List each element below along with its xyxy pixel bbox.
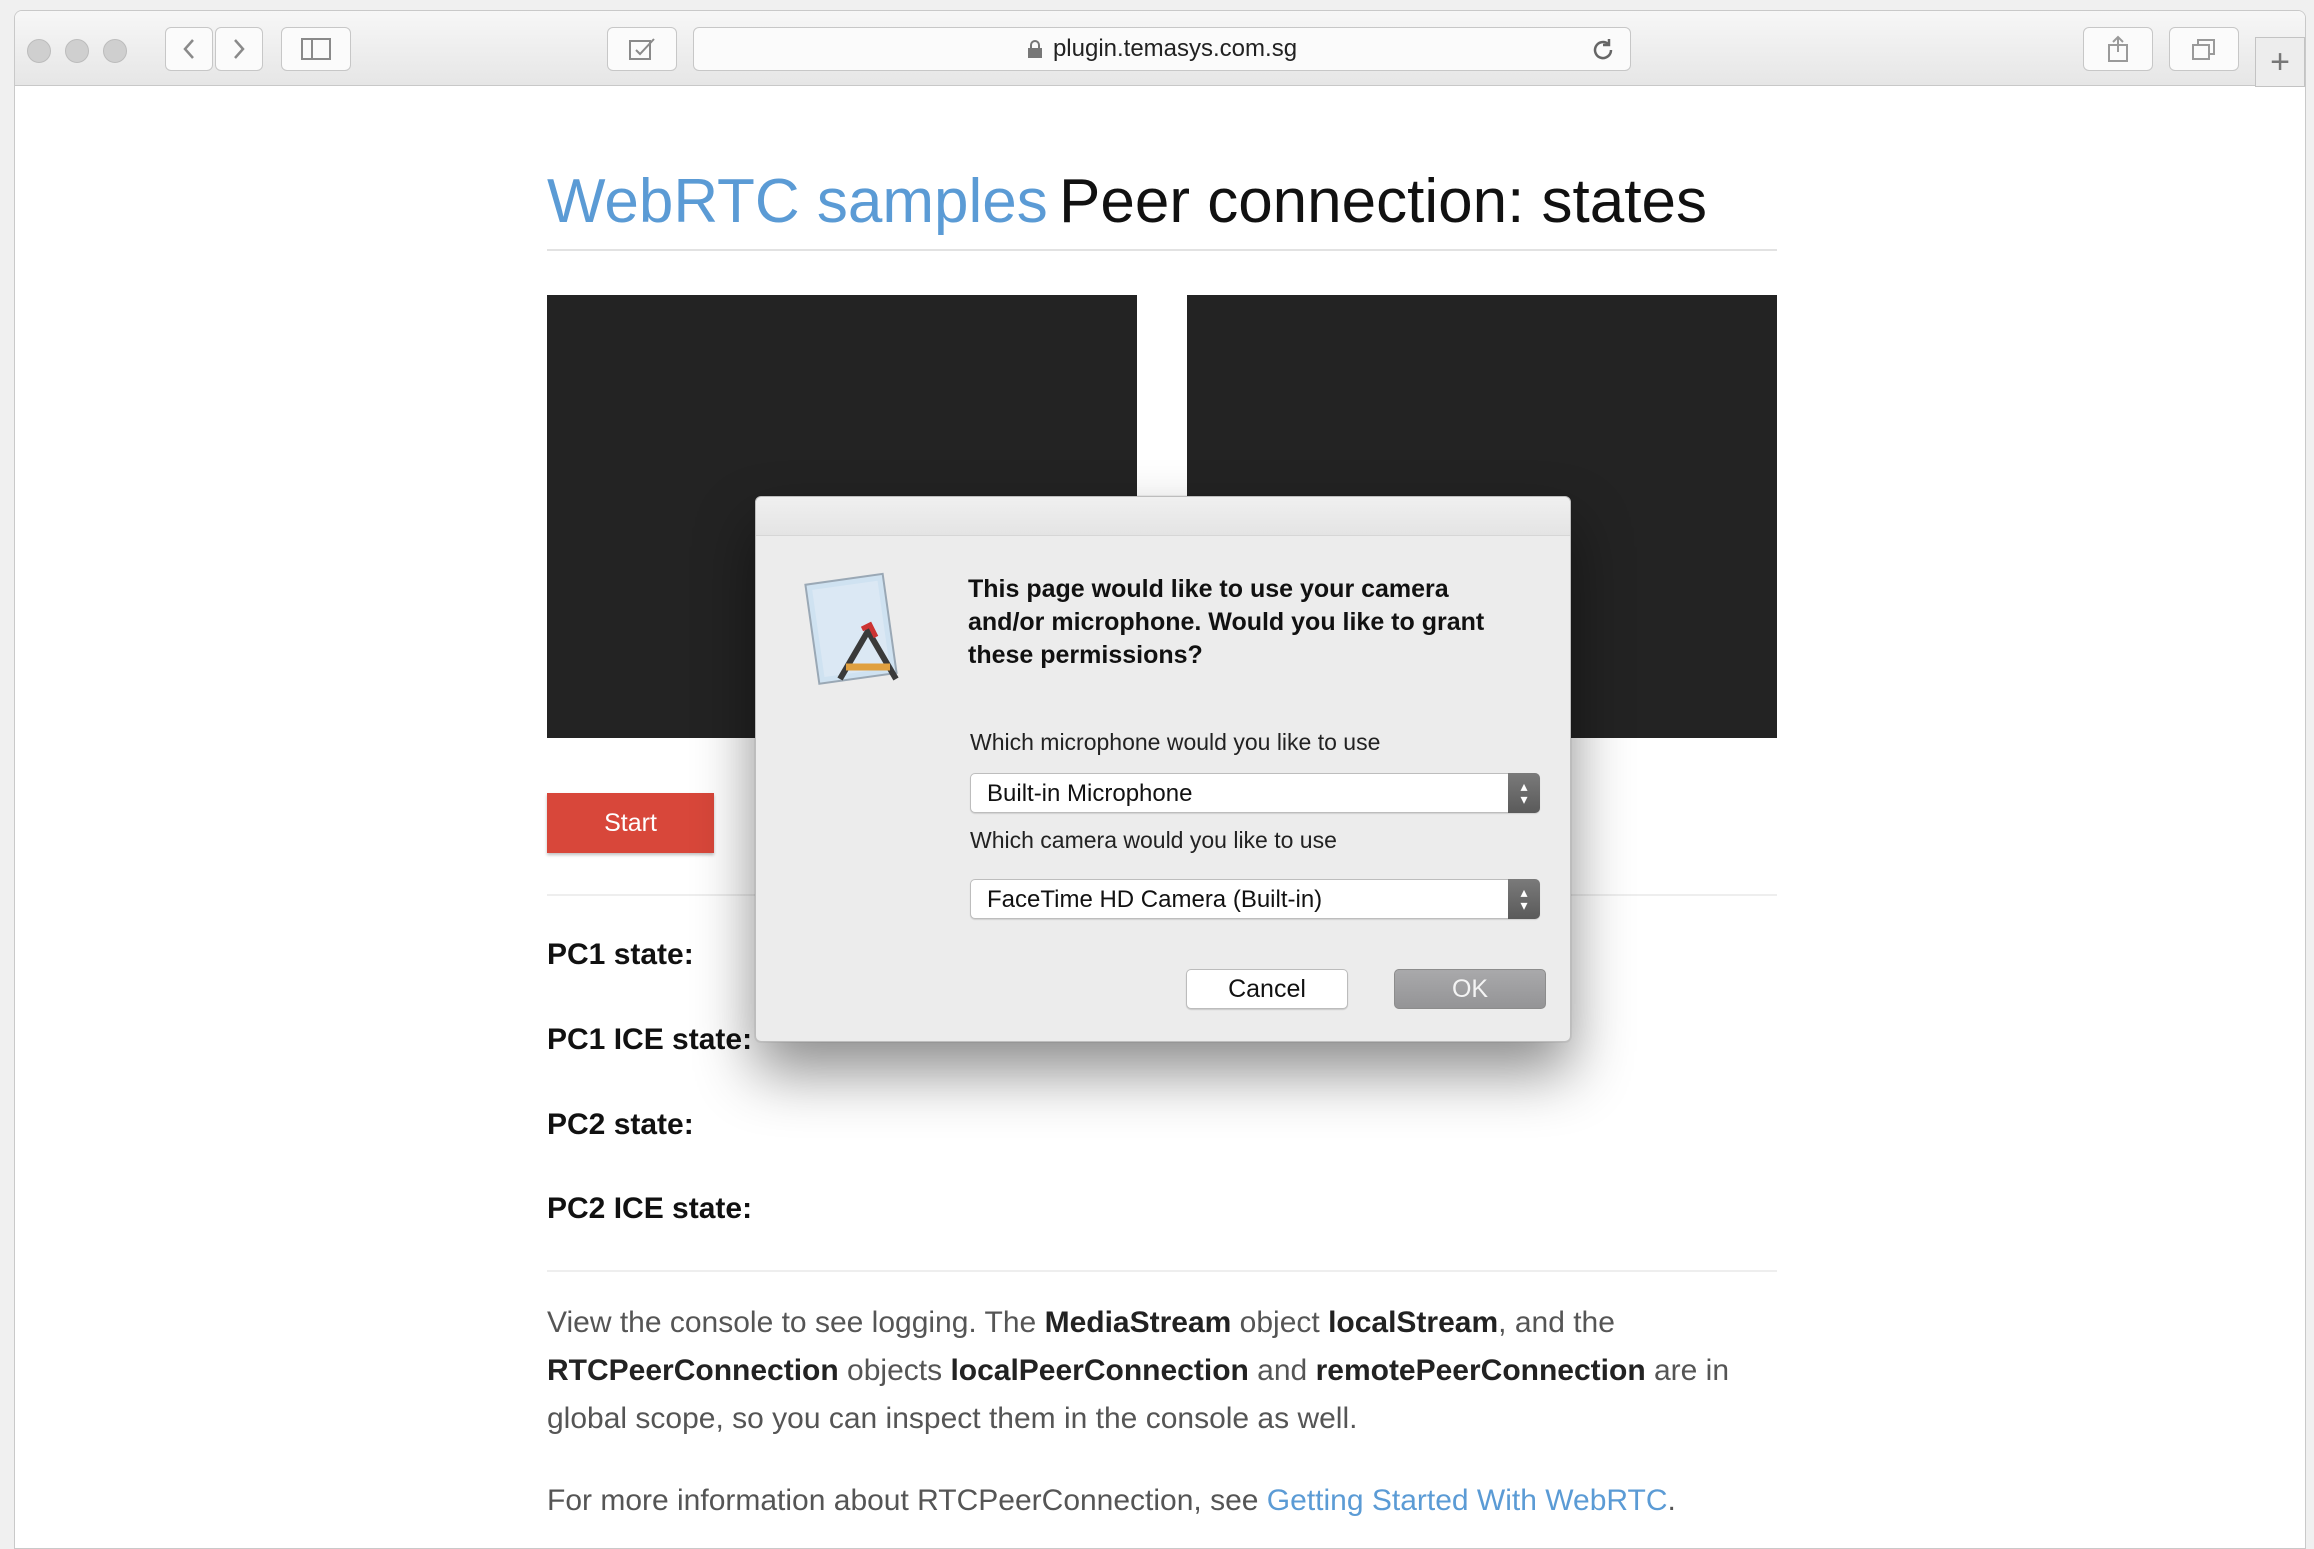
webrtc-samples-link[interactable]: WebRTC samples <box>547 166 1048 237</box>
camera-label: Which camera would you like to use <box>970 827 1337 853</box>
zoom-window-button[interactable] <box>103 39 127 63</box>
sidebar-button[interactable] <box>281 27 351 71</box>
ok-button[interactable]: OK <box>1394 969 1546 1009</box>
getting-started-link[interactable]: Getting Started With WebRTC <box>1267 1484 1668 1517</box>
cancel-button[interactable]: Cancel <box>1186 969 1348 1009</box>
browser-window: plugin.temasys.com.sg + WebRTC samples P… <box>14 10 2306 1549</box>
new-tab-button[interactable]: + <box>2255 37 2305 87</box>
close-window-button[interactable] <box>27 39 51 63</box>
pc2-state-label: PC2 state: <box>547 1108 694 1141</box>
back-button[interactable] <box>165 27 213 71</box>
page-header: WebRTC samples Peer connection: states <box>547 166 1777 251</box>
reload-icon[interactable] <box>1590 37 1616 63</box>
page-content: WebRTC samples Peer connection: states S… <box>15 86 2305 1548</box>
plus-icon: + <box>2270 42 2290 81</box>
sidebar-icon <box>301 38 331 60</box>
forward-button[interactable] <box>215 27 263 71</box>
microphone-select-value: Built-in Microphone <box>987 780 1193 807</box>
page-title: Peer connection: states <box>1059 167 1707 236</box>
minimize-window-button[interactable] <box>65 39 89 63</box>
back-icon <box>183 39 194 59</box>
url-text: plugin.temasys.com.sg <box>1052 35 1298 62</box>
reader-icon <box>629 38 655 60</box>
start-button[interactable]: Start <box>547 793 714 853</box>
address-bar[interactable]: plugin.temasys.com.sg <box>693 27 1631 71</box>
updown-arrows-icon: ▴ ▾ <box>1508 879 1540 919</box>
camera-select-value: FaceTime HD Camera (Built-in) <box>987 886 1323 913</box>
more-info-paragraph: For more information about RTCPeerConnec… <box>547 1484 1676 1517</box>
lock-icon <box>1027 40 1042 58</box>
app-icon <box>804 572 899 685</box>
dialog-titlebar <box>756 497 1570 536</box>
browser-toolbar: plugin.temasys.com.sg + <box>15 11 2305 87</box>
microphone-label: Which microphone would you like to use <box>970 729 1381 755</box>
forward-icon <box>234 39 245 59</box>
share-button[interactable] <box>2083 27 2153 71</box>
tabs-icon <box>2192 39 2215 60</box>
camera-select[interactable]: FaceTime HD Camera (Built-in) ▴ ▾ <box>970 879 1540 919</box>
pc1-ice-state-label: PC1 ICE state: <box>547 1023 753 1056</box>
pc2-ice-state-label: PC2 ICE state: <box>547 1192 753 1225</box>
permission-dialog: This page would like to use your camera … <box>755 496 1571 1042</box>
show-tabs-button[interactable] <box>2169 27 2239 71</box>
divider <box>547 1270 1777 1272</box>
pc1-state-label: PC1 state: <box>547 938 694 971</box>
dialog-message: This page would like to use your camera … <box>968 575 1485 669</box>
microphone-select[interactable]: Built-in Microphone ▴ ▾ <box>970 773 1540 813</box>
console-info-paragraph: View the console to see logging. The Med… <box>547 1306 1730 1435</box>
reader-button[interactable] <box>607 27 677 71</box>
updown-arrows-icon: ▴ ▾ <box>1508 773 1540 813</box>
share-icon <box>2108 35 2128 62</box>
